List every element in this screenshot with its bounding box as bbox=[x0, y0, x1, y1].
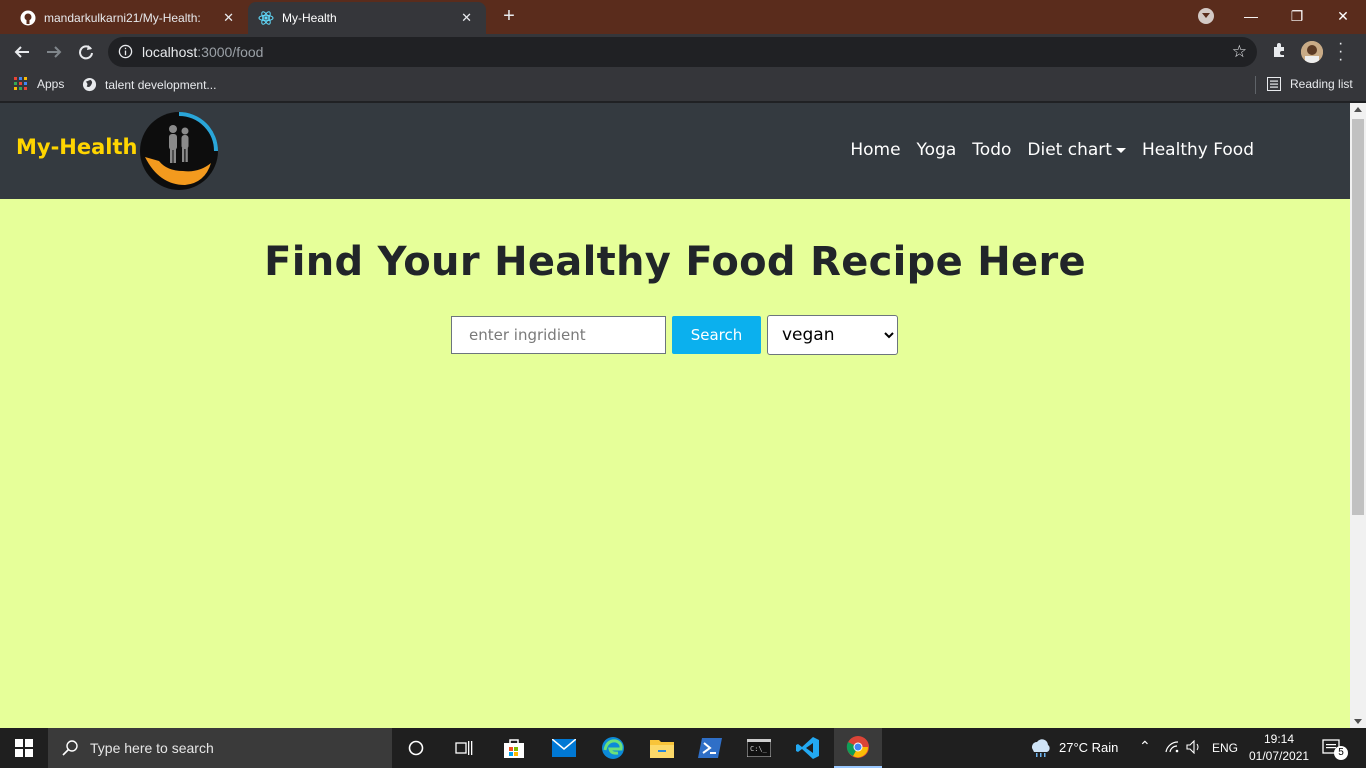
address-bar[interactable]: localhost:3000/food ☆ bbox=[108, 37, 1257, 67]
new-tab-button[interactable]: + bbox=[498, 5, 520, 27]
recipe-search-form: Search vegan bbox=[451, 315, 898, 355]
scroll-up-arrow-icon[interactable] bbox=[1354, 107, 1362, 112]
bookmarks-separator bbox=[1255, 76, 1256, 94]
chrome-taskbar-icon[interactable] bbox=[834, 728, 882, 768]
weather-text[interactable]: 27°C Rain bbox=[1059, 740, 1118, 755]
bookmark-label: talent development... bbox=[105, 77, 217, 92]
notifications-button[interactable]: 5 bbox=[1310, 728, 1354, 768]
tab-github[interactable]: mandarkulkarni21/My-Health: W ✕ bbox=[8, 2, 248, 34]
tray-chevron-up-icon[interactable]: ⌃ bbox=[1139, 738, 1151, 755]
taskbar-search-placeholder: Type here to search bbox=[90, 740, 214, 756]
browser-toolbar: localhost:3000/food ☆ · · · bbox=[0, 34, 1366, 70]
back-button[interactable] bbox=[10, 40, 34, 64]
apps-grid-icon bbox=[14, 77, 27, 90]
bookmark-talent-development[interactable]: talent development... bbox=[82, 77, 216, 92]
extensions-icon[interactable] bbox=[1271, 42, 1287, 63]
tab-title: mandarkulkarni21/My-Health: W bbox=[44, 11, 204, 25]
bookmark-label: Reading list bbox=[1290, 77, 1353, 91]
search-icon bbox=[62, 740, 78, 756]
close-icon[interactable]: ✕ bbox=[461, 10, 472, 26]
forward-arrow-icon bbox=[47, 46, 62, 58]
search-button[interactable]: Search bbox=[672, 316, 761, 354]
close-window-button[interactable]: ✕ bbox=[1320, 0, 1366, 34]
nav-home[interactable]: Home bbox=[850, 140, 900, 160]
clock-date[interactable]: 01/07/2021 bbox=[1249, 749, 1309, 763]
taskbar-search-box[interactable]: Type here to search bbox=[48, 728, 392, 768]
tab-my-health[interactable]: My-Health ✕ bbox=[248, 2, 486, 34]
globe-icon bbox=[82, 77, 97, 92]
restore-button[interactable]: ❐ bbox=[1274, 0, 1320, 34]
tab-search-icon[interactable] bbox=[1198, 8, 1214, 24]
page-title: Find Your Healthy Food Recipe Here bbox=[264, 239, 1086, 285]
start-button[interactable] bbox=[0, 728, 48, 768]
nav-diet-chart-label: Diet chart bbox=[1027, 140, 1112, 160]
site-logo bbox=[139, 111, 219, 191]
reading-list-icon bbox=[1267, 77, 1281, 91]
clock-time[interactable]: 19:14 bbox=[1264, 732, 1294, 746]
profile-avatar[interactable] bbox=[1301, 41, 1323, 63]
bookmarks-bar: Apps talent development... Reading list bbox=[0, 70, 1366, 102]
nav-healthy-food[interactable]: Healthy Food bbox=[1142, 140, 1254, 160]
nav-diet-chart-dropdown[interactable]: Diet chart bbox=[1027, 140, 1126, 160]
store-icon[interactable] bbox=[490, 728, 538, 768]
command-prompt-icon[interactable]: C:\_ bbox=[735, 728, 783, 768]
language-indicator[interactable]: ENG bbox=[1212, 741, 1238, 755]
volume-icon[interactable] bbox=[1186, 739, 1202, 757]
network-icon[interactable] bbox=[1165, 741, 1179, 756]
cortana-icon[interactable] bbox=[392, 728, 440, 768]
url-text: localhost:3000/food bbox=[142, 44, 264, 60]
github-icon bbox=[20, 10, 36, 26]
mail-icon[interactable] bbox=[540, 728, 588, 768]
info-icon[interactable] bbox=[118, 44, 133, 64]
scrollbar-thumb[interactable] bbox=[1352, 119, 1364, 515]
bookmark-star-icon[interactable]: ☆ bbox=[1232, 42, 1247, 62]
nav-yoga[interactable]: Yoga bbox=[917, 140, 957, 160]
site-navbar: My-Health Home Yoga Todo Diet chart Heal… bbox=[0, 103, 1350, 199]
task-view-icon[interactable] bbox=[440, 728, 488, 768]
bookmark-apps[interactable]: Apps bbox=[14, 77, 64, 91]
svg-text:C:\_: C:\_ bbox=[750, 745, 768, 753]
tab-title: My-Health bbox=[282, 11, 337, 25]
tab-strip: mandarkulkarni21/My-Health: W ✕ My-Healt… bbox=[0, 0, 1366, 34]
nav-todo[interactable]: Todo bbox=[972, 140, 1011, 160]
vscode-icon[interactable] bbox=[784, 728, 832, 768]
back-arrow-icon bbox=[14, 46, 29, 58]
ingredient-input[interactable] bbox=[451, 316, 666, 354]
react-icon bbox=[258, 10, 274, 26]
edge-icon[interactable] bbox=[589, 728, 637, 768]
reading-list-button[interactable]: Reading list bbox=[1267, 77, 1353, 91]
windows-logo-icon bbox=[15, 739, 33, 757]
bookmark-label: Apps bbox=[37, 77, 65, 91]
forward-button[interactable] bbox=[42, 40, 66, 64]
page-scrollbar[interactable] bbox=[1350, 103, 1366, 728]
caret-down-icon bbox=[1115, 147, 1126, 153]
chrome-menu-icon[interactable]: · · · bbox=[1338, 36, 1343, 68]
nav-links: Home Yoga Todo Diet chart Healthy Food bbox=[834, 140, 1254, 160]
powershell-icon[interactable] bbox=[686, 728, 734, 768]
close-icon[interactable]: ✕ bbox=[223, 10, 234, 26]
minimize-button[interactable]: — bbox=[1228, 0, 1274, 34]
page-viewport: My-Health Home Yoga Todo Diet chart Heal… bbox=[0, 103, 1350, 728]
windows-taskbar: Type here to search C:\_ 27°C Rain ⌃ ENG… bbox=[0, 728, 1366, 768]
reload-icon bbox=[79, 45, 93, 60]
scroll-down-arrow-icon[interactable] bbox=[1354, 719, 1362, 724]
diet-select[interactable]: vegan bbox=[767, 315, 898, 355]
reload-button[interactable] bbox=[74, 40, 98, 64]
weather-icon[interactable] bbox=[1016, 728, 1064, 768]
file-explorer-icon[interactable] bbox=[638, 728, 686, 768]
site-brand[interactable]: My-Health bbox=[16, 135, 137, 159]
notification-count-badge: 5 bbox=[1334, 746, 1348, 760]
